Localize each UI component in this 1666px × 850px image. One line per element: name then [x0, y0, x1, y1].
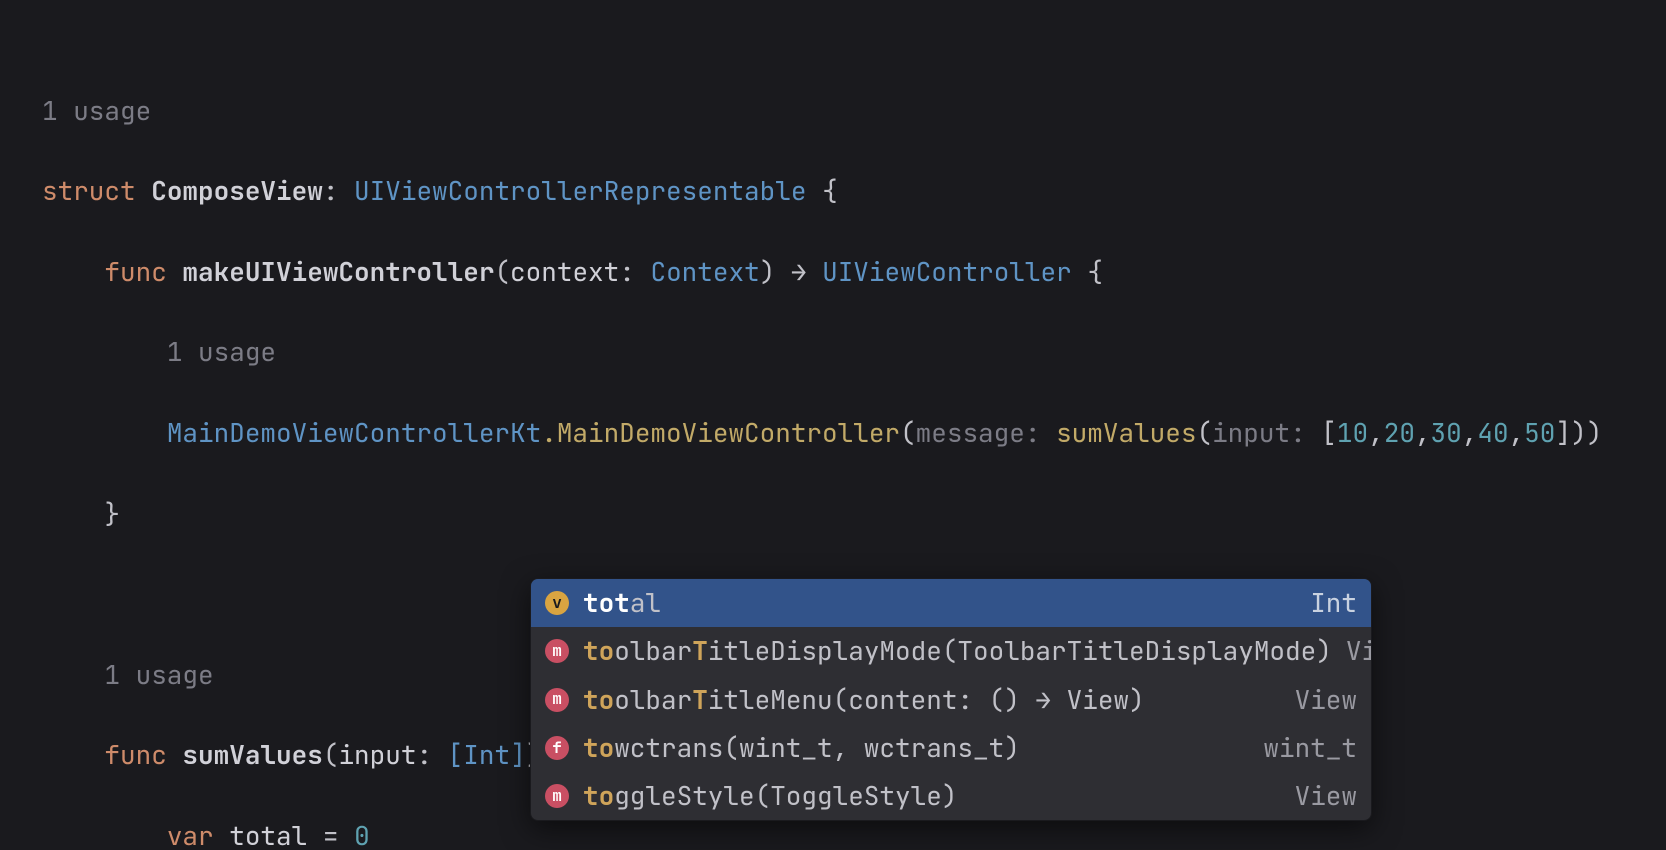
method-icon: f: [545, 736, 569, 760]
autocomplete-popup[interactable]: vtotal Int m toolbarTitleDisplayMode(Toolba…: [530, 578, 1372, 821]
param-name: context: [510, 254, 619, 289]
autocomplete-type: View: [1295, 776, 1357, 816]
code-editor[interactable]: 1 usage struct ComposeView: UIViewContro…: [0, 0, 1666, 850]
func-name: makeUIViewController: [182, 254, 494, 289]
autocomplete-type: Int: [1310, 583, 1357, 623]
keyword-func: func: [104, 737, 166, 772]
param-name: input: [338, 737, 416, 772]
variable-icon: v: [545, 591, 569, 615]
usage-hint: 1 usage: [42, 93, 151, 128]
type-name: ComposeView: [151, 173, 323, 208]
autocomplete-item[interactable]: m toolbarTitleMenu(content: () → View) Vie…: [531, 676, 1371, 724]
autocomplete-type: View: [1346, 631, 1372, 671]
autocomplete-label: total: [583, 583, 1296, 623]
keyword-var: var: [167, 818, 214, 850]
method-icon: m: [545, 688, 569, 712]
param-hint: message:: [916, 415, 1041, 450]
method-call: sumValues: [1056, 415, 1196, 450]
autocomplete-item[interactable]: m toggleStyle(ToggleStyle) View: [531, 772, 1371, 820]
autocomplete-label: toolbarTitleDisplayMode(ToolbarTitleDisp…: [583, 631, 1332, 671]
usage-hint: 1 usage: [167, 334, 276, 369]
autocomplete-item[interactable]: vtotal Int: [531, 579, 1371, 627]
param-hint: input:: [1212, 415, 1306, 450]
type-ref: Context: [650, 254, 759, 289]
func-name: sumValues: [182, 737, 322, 772]
autocomplete-type: View: [1295, 680, 1357, 720]
keyword-func: func: [104, 254, 166, 289]
usage-hint: 1 usage: [104, 657, 213, 692]
autocomplete-type: wint_t: [1263, 728, 1357, 768]
method-call: .MainDemoViewController: [541, 415, 900, 450]
autocomplete-label: towctrans(wint_t, wctrans_t): [583, 728, 1249, 768]
type-ref: [Int]: [448, 737, 526, 772]
autocomplete-label: toggleStyle(ToggleStyle): [583, 776, 1281, 816]
autocomplete-label: toolbarTitleMenu(content: () → View): [583, 680, 1281, 720]
keyword-struct: struct: [42, 173, 136, 208]
type-ref: UIViewController: [822, 254, 1072, 289]
number-literal: 0: [354, 818, 370, 850]
type-ref: MainDemoViewControllerKt: [167, 415, 541, 450]
identifier: total: [229, 818, 307, 850]
method-icon: m: [545, 784, 569, 808]
autocomplete-item[interactable]: m toolbarTitleDisplayMode(ToolbarTitleDis…: [531, 627, 1371, 675]
type-ref: UIViewControllerRepresentable: [354, 173, 806, 208]
autocomplete-item[interactable]: f towctrans(wint_t, wctrans_t) wint_t: [531, 724, 1371, 772]
method-icon: m: [545, 639, 569, 663]
